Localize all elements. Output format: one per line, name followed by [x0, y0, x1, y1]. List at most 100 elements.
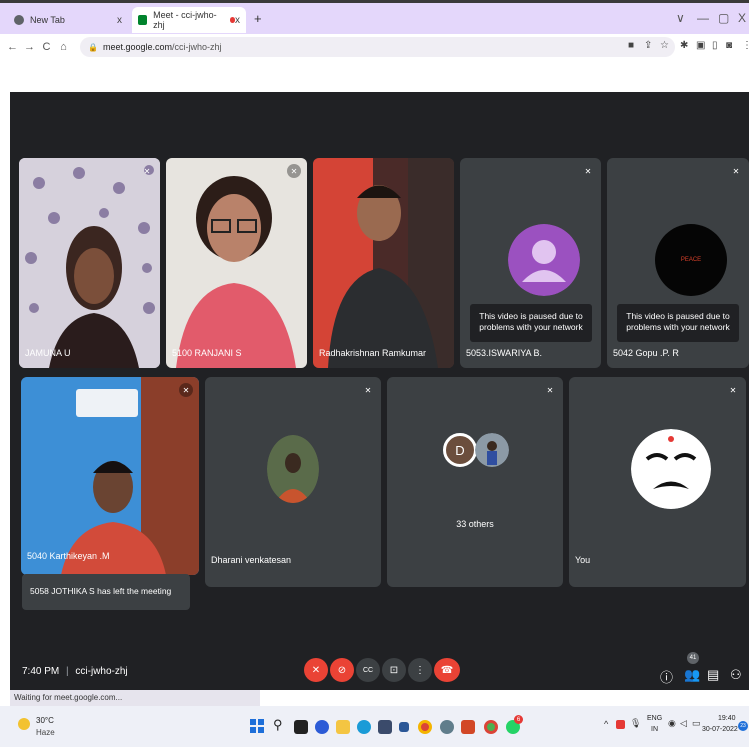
- tab-search-icon[interactable]: ∨: [676, 11, 685, 25]
- participant-name: Radhakrishnan Ramkumar: [319, 348, 427, 358]
- temperature: 30°C: [36, 716, 54, 725]
- wifi-icon[interactable]: ◉: [668, 718, 676, 729]
- new-tab-button[interactable]: +: [254, 11, 262, 26]
- widgets-icon[interactable]: [315, 720, 329, 734]
- participant-name: 5053.ISWARIYA B.: [466, 348, 543, 358]
- search-icon[interactable]: ⚲: [273, 717, 283, 733]
- url-field[interactable]: 🔒 meet.google.com /cci-jwho-zhj: [80, 37, 675, 57]
- meeting-time: 7:40 PM: [22, 666, 60, 677]
- participant-tile-jamuna[interactable]: ✕ JAMUNA U: [19, 158, 160, 368]
- file-explorer-icon[interactable]: [336, 720, 350, 734]
- notification-badge[interactable]: 23: [738, 721, 748, 731]
- menu-icon[interactable]: ⋮: [742, 40, 749, 51]
- weather-condition: Haze: [36, 728, 55, 737]
- video-frame: [21, 377, 199, 575]
- language-code[interactable]: ENG: [647, 715, 662, 722]
- participant-tile-iswariya[interactable]: ✕ This video is paused due to problems w…: [460, 158, 601, 368]
- url-host: meet.google.com: [102, 42, 173, 52]
- participant-tile-karthikeyan[interactable]: ✕ 5040 Karthikeyan .M: [21, 377, 199, 575]
- camera-permission-icon[interactable]: ■: [628, 40, 634, 51]
- separator: |: [66, 666, 69, 677]
- windows-taskbar: 30°C Haze ⚲ 6 ^ 🎙 ENG IN ◉ ◁ ▭ 19:40 30-…: [0, 706, 749, 747]
- star-icon[interactable]: ☆: [660, 40, 669, 51]
- app-icon[interactable]: [399, 722, 409, 732]
- participant-tile-radhakrishnan[interactable]: Radhakrishnan Ramkumar: [313, 158, 454, 368]
- share-icon[interactable]: ⇪: [644, 40, 652, 51]
- language-region: IN: [651, 726, 658, 733]
- participant-tile-you[interactable]: ✕ You: [569, 377, 746, 587]
- left-meeting-toast: 5058 JOTHIKA S has left the meeting: [22, 574, 190, 610]
- mic-off-icon: ✕: [732, 166, 740, 176]
- screen: New Tab x Meet - cci-jwho-zhj x + ∨ — ▢ …: [0, 0, 749, 747]
- video-frame: [19, 158, 160, 368]
- microphone-icon[interactable]: 🎙: [630, 718, 641, 729]
- minimize-button[interactable]: —: [697, 11, 709, 25]
- volume-icon[interactable]: ◁: [680, 718, 687, 729]
- more-options-button[interactable]: ⋮: [408, 658, 432, 682]
- close-window-button[interactable]: X: [738, 11, 746, 25]
- start-icon[interactable]: [250, 719, 264, 733]
- restore-button[interactable]: ▢: [718, 11, 729, 25]
- task-view-icon[interactable]: [294, 720, 308, 734]
- tray-app-icon[interactable]: [616, 720, 625, 729]
- profile-icon[interactable]: ◙: [726, 40, 732, 51]
- home-icon[interactable]: ⌂: [57, 41, 70, 53]
- mic-off-icon: ✕: [546, 385, 554, 395]
- back-icon[interactable]: ←: [6, 41, 19, 53]
- chat-icon[interactable]: ▤: [707, 667, 719, 683]
- mic-off-icon: ✕: [729, 385, 737, 395]
- clock-time[interactable]: 19:40: [718, 715, 736, 722]
- participant-name: Dharani venkatesan: [211, 555, 292, 565]
- close-icon[interactable]: x: [117, 15, 122, 26]
- participant-tile-gopu[interactable]: ✕ PEACE This video is paused due to prob…: [607, 158, 749, 368]
- people-icon[interactable]: 👥: [684, 667, 700, 683]
- side-panel-icon[interactable]: ▯: [712, 40, 718, 51]
- reload-icon[interactable]: C: [40, 41, 53, 53]
- camera-toggle-button[interactable]: ⊘: [330, 658, 354, 682]
- people-count-badge: 41: [687, 652, 699, 664]
- more-icon: ⋮: [415, 664, 425, 676]
- chrome-icon: [14, 15, 24, 25]
- avatar: PEACE: [655, 224, 727, 296]
- edge-icon[interactable]: [357, 720, 371, 734]
- leave-call-button[interactable]: ☎: [434, 658, 460, 682]
- info-icon[interactable]: ⓘ: [660, 667, 673, 686]
- participant-tile-others[interactable]: ✕ D 33 others: [387, 377, 563, 587]
- participant-name: 5042 Gopu .P. R: [613, 348, 679, 358]
- hidden-icons-icon[interactable]: ^: [604, 719, 608, 729]
- present-button[interactable]: ⊡: [382, 658, 406, 682]
- extensions-icon[interactable]: ✱: [680, 40, 688, 51]
- store-icon[interactable]: [378, 720, 392, 734]
- powerpoint-icon[interactable]: [461, 720, 475, 734]
- forward-icon[interactable]: →: [23, 41, 36, 53]
- captions-button[interactable]: CC: [356, 658, 380, 682]
- close-icon[interactable]: x: [235, 15, 240, 26]
- whatsapp-badge: 6: [514, 715, 523, 724]
- battery-icon[interactable]: ▭: [692, 718, 701, 729]
- participant-tile-dharani[interactable]: ✕ Dharani venkatesan: [205, 377, 381, 587]
- video-paused-notice: This video is paused due to problems wit…: [470, 304, 592, 342]
- tab-meet[interactable]: Meet - cci-jwho-zhj x: [132, 7, 246, 33]
- avatar: [631, 429, 711, 509]
- avatar: [508, 224, 580, 296]
- activities-icon[interactable]: ⚇: [730, 667, 742, 683]
- participant-name: You: [575, 555, 591, 565]
- mic-off-icon: ✕: [143, 166, 151, 176]
- tab-title: New Tab: [30, 15, 65, 25]
- meeting-code: cci-jwho-zhj: [75, 666, 128, 677]
- participant-name: 5100 RANJANI S: [172, 348, 242, 358]
- url-path: /cci-jwho-zhj: [172, 42, 222, 52]
- reading-list-icon[interactable]: ▣: [696, 40, 705, 51]
- meet-stage: ✕ JAMUNA U ✕ 5100 RANJANI S Radhakrishna…: [10, 92, 749, 690]
- mic-off-icon: ✕: [584, 166, 592, 176]
- participant-name: 5040 Karthikeyan .M: [27, 551, 110, 561]
- tab-title: Meet - cci-jwho-zhj: [153, 10, 217, 30]
- mic-toggle-button[interactable]: ✕: [304, 658, 328, 682]
- chrome-profile-icon[interactable]: [484, 720, 498, 734]
- tab-new-tab[interactable]: New Tab x: [8, 7, 128, 33]
- avatar: [475, 433, 509, 467]
- participant-tile-ranjani[interactable]: ✕ 5100 RANJANI S: [166, 158, 307, 368]
- chrome-icon[interactable]: [418, 720, 432, 734]
- settings-icon[interactable]: [440, 720, 454, 734]
- hang-up-icon: ☎: [440, 664, 454, 676]
